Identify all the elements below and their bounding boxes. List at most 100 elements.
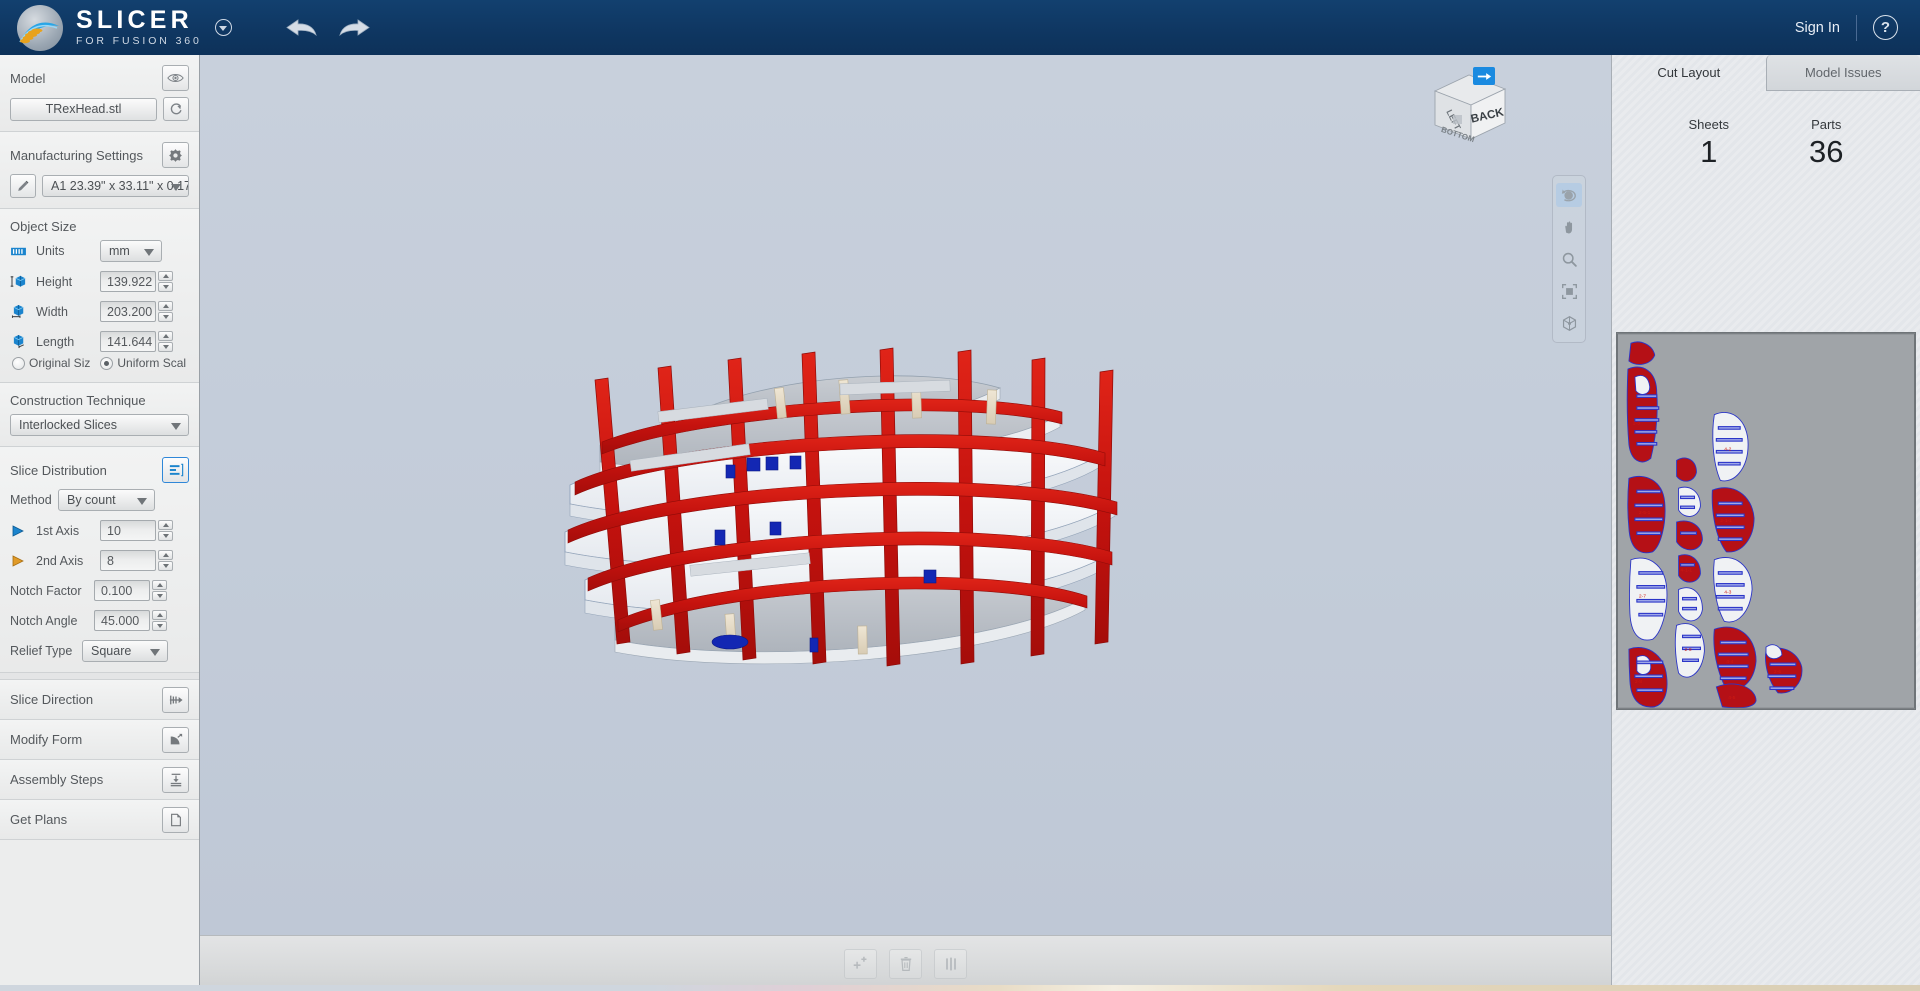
- model-panel: Model TRexHead.stl: [0, 55, 199, 132]
- notch-factor-row: Notch Factor 0.100: [10, 580, 189, 601]
- height-row: Height 139.922: [10, 271, 189, 292]
- get-plans-label: Get Plans: [10, 812, 68, 827]
- sheets-label: Sheets: [1688, 117, 1729, 132]
- modify-form-icon[interactable]: [162, 726, 189, 753]
- length-label: Length: [36, 334, 75, 349]
- width-label: Width: [36, 304, 68, 319]
- uniform-scale-radio[interactable]: [100, 356, 114, 370]
- length-stepper[interactable]: [158, 331, 173, 352]
- height-stepper[interactable]: [158, 271, 173, 292]
- sign-in-link[interactable]: Sign In: [1795, 20, 1840, 36]
- units-select[interactable]: mm: [100, 240, 162, 262]
- slice-direction-icon[interactable]: [162, 686, 189, 713]
- pencil-icon[interactable]: [10, 174, 36, 198]
- chevron-down-circle-icon[interactable]: [214, 19, 232, 36]
- axis1-input[interactable]: 10: [100, 520, 156, 541]
- construction-technique-panel: Construction Technique Interlocked Slice…: [0, 383, 199, 447]
- section-separator: [0, 673, 199, 680]
- svg-text:2-9: 2-9: [1685, 647, 1692, 653]
- method-select[interactable]: By count: [58, 489, 155, 511]
- eye-icon[interactable]: [162, 65, 189, 91]
- trash-icon[interactable]: [889, 948, 922, 979]
- blue-triangle-icon: [10, 522, 30, 540]
- divider: [1856, 14, 1857, 41]
- slice-distribution-panel: Slice Distribution Method By count 1st A…: [0, 447, 199, 673]
- construction-technique-select[interactable]: Interlocked Slices: [10, 414, 189, 436]
- svg-text:2-3: 2-3: [1633, 421, 1640, 427]
- original-size-radio[interactable]: [12, 356, 25, 370]
- sidebar-item-slice-direction[interactable]: Slice Direction: [0, 680, 199, 720]
- svg-text:4-2: 4-2: [1724, 446, 1731, 452]
- gear-icon[interactable]: [162, 142, 189, 168]
- left-sidebar: Model TRexHead.stl Manufacturing Setting…: [0, 55, 200, 991]
- sheets-value: 1: [1700, 134, 1718, 169]
- undo-arrow-icon[interactable]: [284, 17, 318, 39]
- parts-stat: Parts 36: [1809, 117, 1843, 170]
- axis1-stepper[interactable]: [158, 520, 173, 541]
- notch-factor-input[interactable]: 0.100: [94, 580, 150, 601]
- notch-factor-label: Notch Factor: [10, 583, 82, 598]
- notch-angle-input[interactable]: 45.000: [94, 610, 150, 631]
- parts-label: Parts: [1811, 117, 1842, 132]
- original-size-label: Original Siz: [29, 356, 91, 370]
- height-input[interactable]: 139.922: [100, 271, 156, 292]
- tab-model-issues[interactable]: Model Issues: [1765, 55, 1920, 91]
- pan-tool[interactable]: [1556, 215, 1582, 239]
- units-label: Units: [36, 244, 65, 258]
- tab-cut-layout[interactable]: Cut Layout: [1612, 55, 1766, 91]
- notch-factor-stepper[interactable]: [152, 580, 167, 601]
- orbit-tool[interactable]: [1556, 183, 1582, 207]
- view-cube[interactable]: BACK LEFT BOTTOM: [1413, 63, 1523, 153]
- notch-angle-stepper[interactable]: [152, 610, 167, 631]
- cut-layout-preview[interactable]: 2-3 2-5-1 2-7 2-8 4-2 2-1-1 4-3 4-4 4-5 4-1-1…: [1616, 332, 1916, 710]
- view-tools-toolbar: [1552, 175, 1586, 343]
- length-input[interactable]: 141.644: [100, 331, 156, 352]
- sidebar-item-get-plans[interactable]: Get Plans: [0, 800, 199, 840]
- slice-direction-label: Slice Direction: [10, 692, 94, 707]
- layout-stats: Sheets 1 Parts 36: [1612, 117, 1920, 170]
- width-stepper[interactable]: [158, 301, 173, 322]
- width-row: Width 203.200: [10, 301, 189, 322]
- modify-form-label: Modify Form: [10, 732, 83, 747]
- length-row: Length 141.644: [10, 331, 189, 352]
- slice-distribution-icon[interactable]: [162, 457, 189, 483]
- 3d-viewport[interactable]: BACK LEFT BOTTOM: [200, 55, 1611, 935]
- model-file-button[interactable]: TRexHead.stl: [10, 97, 157, 121]
- app-logo[interactable]: SLICER FOR FUSION 360: [0, 4, 232, 52]
- redo-arrow-icon[interactable]: [338, 17, 372, 39]
- manufacturing-panel-title: Manufacturing Settings: [10, 147, 143, 163]
- ruler-icon: [10, 242, 30, 260]
- relief-type-select[interactable]: Square: [82, 640, 168, 662]
- refresh-icon[interactable]: [163, 97, 189, 121]
- assembly-steps-label: Assembly Steps: [10, 772, 104, 787]
- iso-view-tool[interactable]: [1556, 311, 1582, 335]
- arrow-right-icon[interactable]: [1473, 67, 1495, 85]
- axis1-label: 1st Axis: [36, 523, 80, 538]
- sliced-model-render: [564, 347, 1118, 667]
- assembly-steps-icon[interactable]: [162, 766, 189, 793]
- sidebar-item-assembly-steps[interactable]: Assembly Steps: [0, 760, 199, 800]
- fit-view-tool[interactable]: [1556, 279, 1582, 303]
- relief-type-label: Relief Type: [10, 644, 73, 658]
- svg-text:2-6: 2-6: [1774, 669, 1781, 675]
- cut-layout-sheet: 2-3 2-5-1 2-7 2-8 4-2 2-1-1 4-3 4-4 4-5 4-1-1…: [1617, 333, 1915, 709]
- height-cube-icon: [10, 273, 30, 291]
- axis2-label: 2nd Axis: [36, 553, 84, 568]
- get-plans-icon[interactable]: [162, 806, 189, 833]
- object-size-panel: Object Size Units mm Height 139.922 Widt…: [0, 209, 199, 383]
- axis2-stepper[interactable]: [158, 550, 173, 571]
- scale-mode-row: Original Siz Uniform Scal: [10, 352, 189, 372]
- sheet-size-select[interactable]: A1 23.39" x 33.11" x 0.17: [42, 175, 189, 197]
- axis2-row: 2nd Axis 8: [10, 550, 189, 571]
- width-input[interactable]: 203.200: [100, 301, 156, 322]
- zoom-tool[interactable]: [1556, 247, 1582, 271]
- sheets-stat: Sheets 1: [1689, 117, 1729, 170]
- sidebar-item-modify-form[interactable]: Modify Form: [0, 720, 199, 760]
- svg-text:2-8: 2-8: [1635, 679, 1642, 685]
- help-icon[interactable]: ?: [1873, 15, 1898, 40]
- slice-bars-icon[interactable]: [934, 948, 967, 979]
- svg-text:4-5: 4-5: [1728, 695, 1735, 701]
- axis2-input[interactable]: 8: [100, 550, 156, 571]
- add-plus-icon[interactable]: [844, 948, 877, 979]
- notch-angle-label: Notch Angle: [10, 613, 78, 628]
